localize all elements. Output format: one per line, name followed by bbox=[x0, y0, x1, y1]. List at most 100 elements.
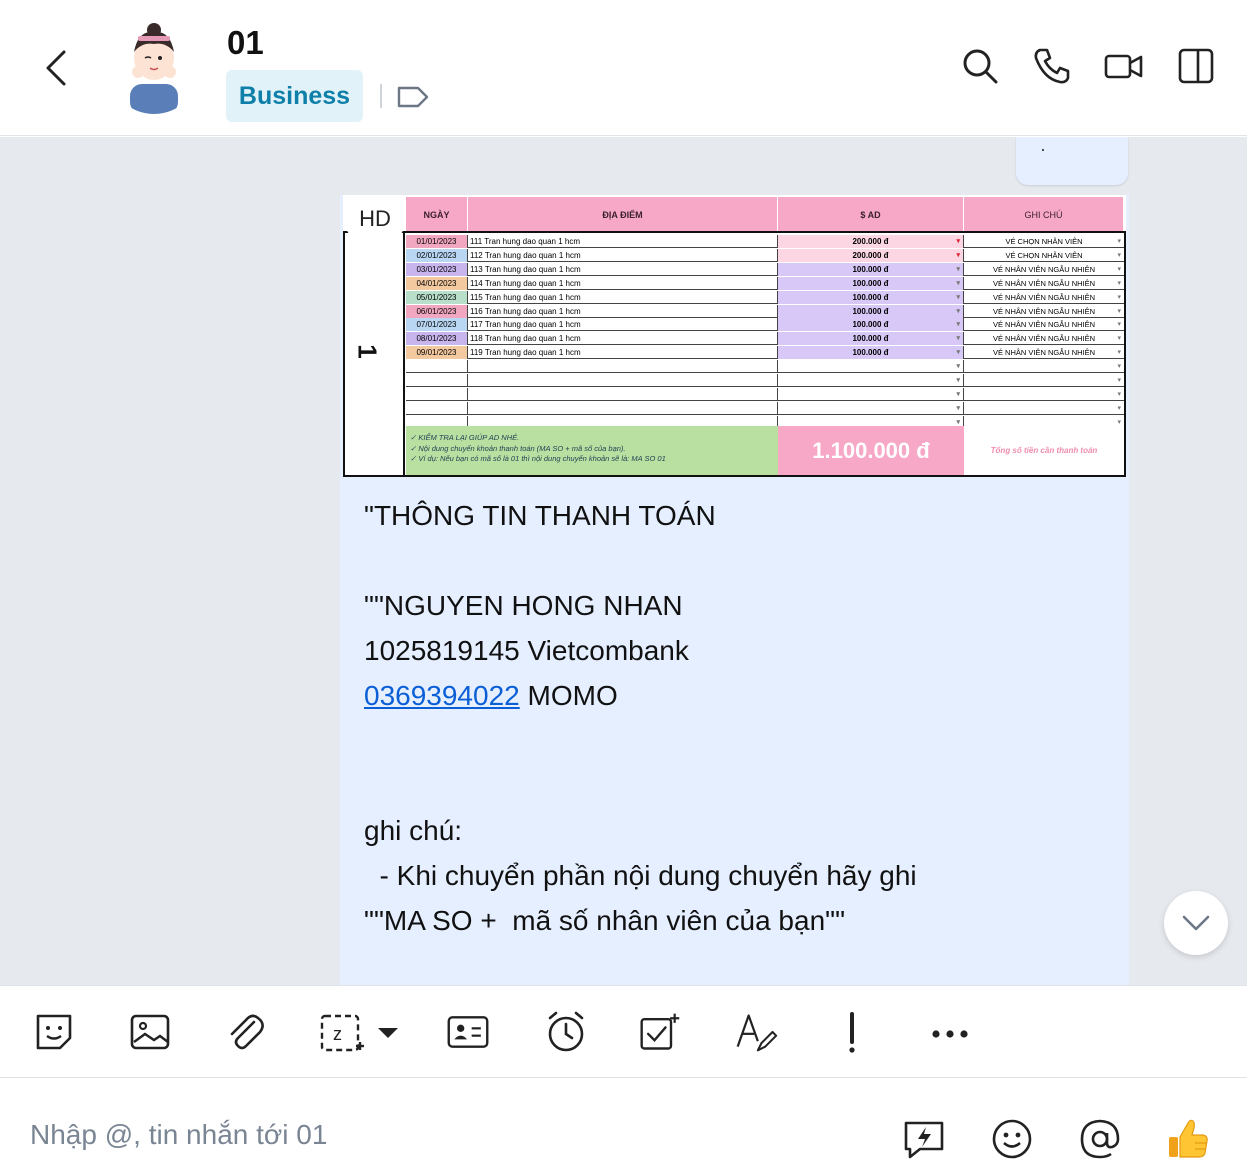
date-cell: 04/01/2023 bbox=[406, 276, 468, 290]
dropdown-arrow-icon: ▾ bbox=[1117, 238, 1121, 245]
business-badge[interactable]: Business bbox=[226, 70, 363, 122]
dropdown-arrow-icon: ▾ bbox=[956, 307, 960, 315]
dropdown-arrow-icon: ▾ bbox=[956, 238, 960, 245]
message-line: ghi chú: bbox=[364, 815, 463, 846]
important-icon[interactable] bbox=[830, 1010, 874, 1054]
location-cell: 118 Tran hung dao quan 1 hcm bbox=[468, 332, 778, 346]
emoji-icon[interactable] bbox=[990, 1117, 1034, 1161]
hd-badge: HD bbox=[347, 203, 403, 235]
instruction-line: ✓ Nội dung chuyển khoản thanh toán (MA S… bbox=[410, 443, 626, 453]
phone-link[interactable]: 0369394022 bbox=[364, 680, 520, 711]
note-cell: ▾ bbox=[964, 374, 1124, 387]
dropdown-arrow-icon: ▾ bbox=[956, 251, 960, 259]
todo-task-icon[interactable] bbox=[638, 1010, 682, 1054]
date-cell: 08/01/2023 bbox=[406, 332, 468, 346]
contact-card-icon[interactable] bbox=[446, 1010, 490, 1054]
note-cell: ▾ bbox=[964, 388, 1124, 401]
total-note: Tổng số tiền cần thanh toán bbox=[964, 426, 1124, 475]
location-cell bbox=[468, 360, 778, 374]
message-line: "THÔNG TIN THANH TOÁN bbox=[364, 500, 716, 531]
date-cell: 02/01/2023 bbox=[406, 248, 468, 262]
instruction-line: ✓ KIỂM TRA LẠI GIÚP AD NHÉ. bbox=[410, 433, 520, 442]
amount-cell: 200.000 đ ▾ bbox=[778, 235, 964, 248]
dropdown-arrow-icon: ▾ bbox=[956, 279, 960, 287]
amount-cell: 100.000 đ ▾ bbox=[778, 262, 964, 276]
column-header-note: GHI CHÚ bbox=[964, 197, 1124, 232]
previous-message-bubble[interactable] bbox=[1016, 137, 1128, 185]
date-cell: 06/01/2023 bbox=[406, 304, 468, 318]
video-call-icon[interactable] bbox=[1104, 46, 1144, 86]
amount-cell: ▾ bbox=[778, 374, 964, 387]
message-line: ""MA SO + mã số nhân viên của bạn"" bbox=[364, 905, 846, 936]
message-input[interactable] bbox=[30, 1115, 730, 1155]
message-line: ""NGUYEN HONG NHAN bbox=[364, 590, 683, 621]
image-icon[interactable] bbox=[128, 1010, 172, 1054]
location-cell bbox=[468, 387, 778, 401]
spreadsheet-image[interactable]: HD NGÀY ĐỊA ĐIỂM $ AD GHI CHÚ 1 01/01/20… bbox=[343, 195, 1126, 477]
instruction-line: ✓ Ví dụ: Nếu bạn có mã số là 01 thì nội … bbox=[410, 454, 666, 463]
amount-cell: 200.000 đ ▾ bbox=[778, 248, 964, 262]
date-cell: 07/01/2023 bbox=[406, 318, 468, 332]
sheet-instructions: ✓ KIỂM TRA LẠI GIÚP AD NHÉ. ✓ Nội dung c… bbox=[406, 426, 778, 475]
group-column: 1 bbox=[345, 233, 405, 475]
message-text: "THÔNG TIN THANH TOÁN ""NGUYEN HONG NHAN… bbox=[364, 493, 1104, 943]
avatar[interactable] bbox=[108, 22, 200, 114]
chat-title: 01 bbox=[227, 24, 264, 61]
attachment-icon[interactable] bbox=[224, 1010, 268, 1054]
table-row: 08/01/2023 118 Tran hung dao quan 1 hcm 10… bbox=[406, 332, 1124, 346]
screenshot-icon[interactable]: z bbox=[318, 1010, 402, 1054]
dropdown-arrow-icon: ▾ bbox=[1117, 377, 1121, 384]
note-cell: VÉ NHÂN VIÊN NGẪU NHIÊN ▾ bbox=[992, 320, 1121, 330]
phone-icon[interactable] bbox=[1032, 46, 1072, 86]
avatar-girl-icon bbox=[108, 22, 200, 114]
dropdown-arrow-icon: ▾ bbox=[1117, 307, 1121, 315]
message-bubble[interactable]: HD NGÀY ĐỊA ĐIỂM $ AD GHI CHÚ 1 01/01/20… bbox=[340, 195, 1129, 985]
sticker-icon[interactable] bbox=[32, 1010, 76, 1054]
chat-area[interactable]: · HD NGÀY ĐỊA ĐIỂM $ AD GHI CHÚ 1 01/01/… bbox=[0, 137, 1247, 985]
amount-cell: 100.000 đ ▾ bbox=[778, 290, 964, 304]
more-options-icon[interactable] bbox=[928, 1010, 972, 1054]
sidebar-toggle-icon[interactable] bbox=[1176, 46, 1216, 86]
table-row: 07/01/2023 117 Tran hung dao quan 1 hcm 10… bbox=[406, 318, 1124, 332]
table-row: ▾ ▾ bbox=[406, 401, 1124, 415]
location-cell: 117 Tran hung dao quan 1 hcm bbox=[468, 318, 778, 332]
location-cell bbox=[468, 374, 778, 387]
date-cell bbox=[406, 401, 468, 415]
quick-message-icon[interactable] bbox=[902, 1117, 946, 1161]
composer-toolbar: z bbox=[0, 985, 1247, 1078]
message-line bbox=[364, 538, 1104, 583]
mention-icon[interactable] bbox=[1078, 1117, 1122, 1161]
table-row: ▾ ▾ bbox=[406, 374, 1124, 387]
location-cell: 114 Tran hung dao quan 1 hcm bbox=[468, 276, 778, 290]
dropdown-arrow-icon: ▾ bbox=[1117, 404, 1121, 412]
note-cell: VÉ NHÂN VIÊN NGẪU NHIÊN ▾ bbox=[992, 348, 1121, 358]
message-line: - Khi chuyển phần nội dung chuyển hãy gh… bbox=[364, 860, 917, 891]
message-line-phone: 0369394022 MOMO bbox=[364, 673, 1104, 718]
amount-cell: 100.000 đ ▾ bbox=[778, 276, 964, 290]
thumbs-up-icon[interactable] bbox=[1166, 1117, 1210, 1161]
dropdown-arrow-icon: ▾ bbox=[956, 363, 960, 371]
tag-icon[interactable] bbox=[396, 84, 430, 115]
previous-message-dot: · bbox=[1040, 139, 1046, 159]
table-row: 06/01/2023 116 Tran hung dao quan 1 hcm 10… bbox=[406, 304, 1124, 318]
dropdown-arrow-icon: ▾ bbox=[1117, 349, 1121, 357]
back-button[interactable] bbox=[36, 44, 76, 92]
dropdown-arrow-icon: ▾ bbox=[956, 293, 960, 301]
column-header-location: ĐỊA ĐIỂM bbox=[468, 197, 778, 232]
total-amount: 1.100.000 đ bbox=[778, 426, 964, 475]
search-icon[interactable] bbox=[960, 46, 1000, 86]
dropdown-arrow-icon: ▾ bbox=[1117, 335, 1121, 343]
text-format-icon[interactable] bbox=[734, 1010, 778, 1054]
svg-text:z: z bbox=[333, 1024, 342, 1044]
table-row: 02/01/2023 112 Tran hung dao quan 1 hcm 20… bbox=[406, 248, 1124, 262]
column-header-date: NGÀY bbox=[406, 197, 468, 232]
note-cell: VÉ NHÂN VIÊN NGẪU NHIÊN ▾ bbox=[992, 278, 1121, 288]
date-cell: 09/01/2023 bbox=[406, 346, 468, 360]
amount-cell: 100.000 đ ▾ bbox=[778, 318, 964, 332]
scroll-down-button[interactable] bbox=[1164, 891, 1228, 955]
location-cell: 112 Tran hung dao quan 1 hcm bbox=[468, 248, 778, 262]
reminder-clock-icon[interactable] bbox=[544, 1010, 588, 1054]
date-cell bbox=[406, 374, 468, 387]
location-cell: 115 Tran hung dao quan 1 hcm bbox=[468, 290, 778, 304]
column-header-amount: $ AD bbox=[778, 197, 964, 232]
